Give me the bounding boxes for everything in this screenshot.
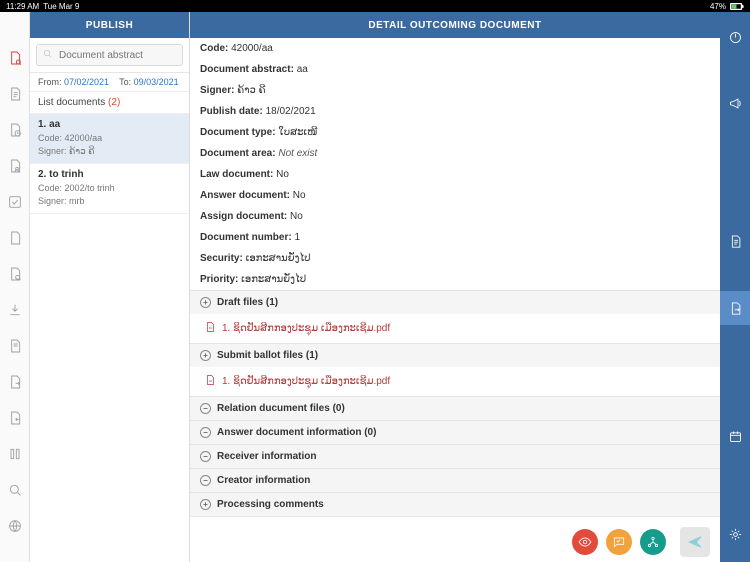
battery-icon [730, 3, 744, 10]
section-receiver-info[interactable]: −Receiver information [190, 444, 720, 468]
expand-icon: + [200, 350, 211, 361]
section-relation-files[interactable]: −Relation ducument files (0) [190, 396, 720, 420]
rail-check-icon[interactable] [7, 194, 23, 210]
ipad-status-bar: 11:29 AM Tue Mar 9 47% [0, 0, 750, 12]
rail-doc-plain-icon[interactable] [7, 230, 23, 246]
rail-doc-clock-icon[interactable] [7, 122, 23, 138]
send-button[interactable] [680, 527, 710, 557]
calendar-icon[interactable] [720, 419, 750, 453]
list-panel-title: PUBLISH [30, 12, 189, 38]
search-icon [42, 46, 53, 64]
document-detail-panel: DETAIL OUTCOMING DOCUMENT Code: 42000/aa… [190, 12, 720, 562]
search-input[interactable] [36, 44, 183, 66]
document-list-panel: PUBLISH From: 07/02/2021 To: 09/03/2021 … [30, 12, 190, 562]
file-row[interactable]: 1. ຊິດຢັນສີກກອງປະຊຸມ ເມືອງກະເຊີມ.pdf [190, 314, 720, 343]
expand-icon: + [200, 499, 211, 510]
collapse-icon: − [200, 427, 211, 438]
view-button[interactable] [572, 529, 598, 555]
power-button[interactable] [720, 20, 750, 54]
pdf-icon [204, 320, 216, 337]
comment-button[interactable] [606, 529, 632, 555]
comment-input[interactable] [200, 525, 564, 559]
rail-doc-user-icon[interactable] [7, 158, 23, 174]
date-range-row: From: 07/02/2021 To: 09/03/2021 [30, 73, 189, 92]
list-item[interactable]: 1. aa Code: 42000/aa Signer: ຄ້າວ ຄີ [30, 114, 189, 164]
rail-doc-lines-icon[interactable] [7, 338, 23, 354]
list-item-title: 2. to trinh [38, 169, 181, 180]
rail-pause-icon[interactable] [7, 446, 23, 462]
rail-doc-search2-icon[interactable] [7, 266, 23, 282]
section-draft-files[interactable]: +Draft files (1) [190, 290, 720, 314]
list-count-row: List documents (2) [30, 92, 189, 114]
status-battery: 47% [710, 2, 726, 11]
workflow-button[interactable] [640, 529, 666, 555]
rail-globe-icon[interactable] [7, 518, 23, 534]
gear-icon[interactable] [720, 518, 750, 552]
section-processing-comments[interactable]: +Processing comments [190, 492, 720, 516]
doc-lines-icon[interactable] [720, 225, 750, 259]
collapse-icon: − [200, 475, 211, 486]
list-item[interactable]: 2. to trinh Code: 2002/to trinh Signer: … [30, 164, 189, 214]
right-icon-rail [720, 12, 750, 562]
from-date[interactable]: 07/02/2021 [64, 77, 109, 87]
file-row[interactable]: 1. ຊິດຢັນສີກກອງປະຊຸມ ເມືອງກະເຊີມ.pdf [190, 367, 720, 396]
section-ballot-files[interactable]: +Submit ballot files (1) [190, 343, 720, 367]
rail-doc-out-icon[interactable] [7, 374, 23, 390]
collapse-icon: − [200, 403, 211, 414]
section-creator-info[interactable]: −Creator information [190, 468, 720, 492]
to-date[interactable]: 09/03/2021 [134, 77, 179, 87]
list-item-title: 1. aa [38, 119, 181, 130]
rail-doc-in-icon[interactable] [7, 410, 23, 426]
collapse-icon: − [200, 451, 211, 462]
megaphone-icon[interactable] [720, 86, 750, 120]
status-time: 11:29 AM [6, 2, 39, 11]
detail-panel-title: DETAIL OUTCOMING DOCUMENT [190, 12, 720, 38]
left-icon-rail [0, 12, 30, 562]
count-label: List documents [38, 97, 105, 108]
status-date: Tue Mar 9 [43, 2, 79, 11]
count-value: (2) [108, 97, 120, 108]
rail-download-icon[interactable] [7, 302, 23, 318]
action-bar [190, 516, 720, 562]
pdf-icon [204, 373, 216, 390]
from-label: From: [38, 77, 62, 87]
doc-out-icon[interactable] [720, 291, 750, 325]
rail-doc-search-icon[interactable] [7, 50, 23, 66]
expand-icon: + [200, 297, 211, 308]
to-label: To: [119, 77, 131, 87]
section-answer-info[interactable]: −Answer document information (0) [190, 420, 720, 444]
rail-doc-icon[interactable] [7, 86, 23, 102]
rail-search-icon[interactable] [7, 482, 23, 498]
